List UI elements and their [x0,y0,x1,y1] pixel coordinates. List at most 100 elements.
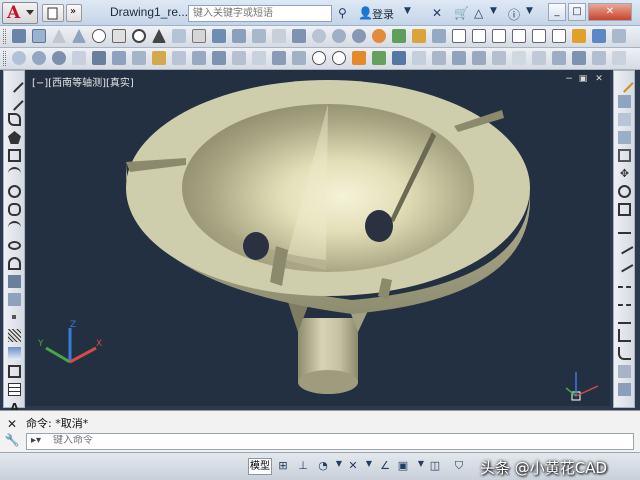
fillet-icon[interactable] [618,347,631,360]
polar-icon[interactable]: ◔ [316,459,330,473]
3d-align-icon[interactable] [432,29,446,43]
cart-icon[interactable]: 🛒 [454,6,469,20]
table-icon[interactable] [8,383,21,396]
view-right-icon[interactable] [512,29,526,43]
se-iso-icon[interactable] [592,29,606,43]
chevron-down-icon[interactable]: ▼ [404,6,411,16]
extrude-icon[interactable] [212,29,226,43]
application-menu-button[interactable]: A [2,2,38,24]
ucs-face-icon[interactable] [512,51,526,65]
model-space-button[interactable]: 模型 [248,458,272,475]
grid-icon[interactable]: ⊞ [276,459,290,473]
snap-icon[interactable]: ⊥ [296,459,310,473]
torus-icon[interactable] [132,29,146,43]
separate-icon[interactable] [352,51,366,65]
subtract-icon[interactable] [32,51,46,65]
help-icon[interactable]: ⓘ [508,6,520,23]
selection-cycling-icon[interactable]: ◫ [428,459,442,473]
pyramid-icon[interactable] [152,29,166,43]
arc-icon[interactable] [8,167,21,180]
drawing-viewport[interactable]: [−][西南等轴测][真实] − ▣ ✕ Z Y X [26,70,610,406]
sw-iso-icon[interactable] [572,29,586,43]
ucs-zaxis-icon[interactable] [592,51,606,65]
taper-faces-icon[interactable] [212,51,226,65]
region-icon[interactable] [8,365,21,378]
extend-icon[interactable] [615,254,634,273]
close-command-icon[interactable]: ✕ [4,417,20,433]
presspull-icon[interactable] [232,29,246,43]
clean-icon[interactable] [332,51,346,65]
view-bottom-icon[interactable] [472,29,486,43]
erase-icon[interactable] [615,74,634,93]
toolbar-grip[interactable] [3,51,6,66]
ellipse-arc-icon[interactable] [8,257,21,270]
lineweight-icon[interactable]: ∠ [378,459,392,473]
hatch-icon[interactable] [8,329,21,342]
binoculars-icon[interactable]: ⚲ [338,6,347,20]
chevron-down-icon[interactable]: ▼ [526,6,533,16]
new-file-button[interactable] [42,4,64,22]
offset-faces-icon[interactable] [152,51,166,65]
chamfer-icon[interactable] [618,329,631,342]
polyline-icon[interactable] [8,113,21,126]
line-icon[interactable] [5,74,24,93]
rotate-icon[interactable] [618,185,631,198]
union-icon[interactable] [312,29,326,43]
imprint-icon[interactable] [312,51,326,65]
union-icon[interactable] [12,51,26,65]
extrude-faces-icon[interactable] [112,51,126,65]
interfere-icon[interactable] [72,51,86,65]
move-faces-icon[interactable] [132,51,146,65]
chevron-down-icon[interactable]: ▼ [414,459,428,473]
color-faces-icon[interactable] [252,51,266,65]
planar-surface-icon[interactable] [192,29,206,43]
exchange-icon[interactable]: ✕ [432,6,442,20]
login-button[interactable]: 登录 [372,6,394,22]
ucs-icon[interactable] [452,51,466,65]
wedge-icon[interactable] [52,29,66,43]
polygon-icon[interactable] [8,131,21,144]
maximize-button[interactable]: □ [568,3,586,21]
section-plane-icon[interactable] [412,51,426,65]
view-front-icon[interactable] [532,29,546,43]
command-line[interactable]: ▸▾ [26,433,634,450]
ne-iso-icon[interactable] [612,29,626,43]
cylinder-icon[interactable] [112,29,126,43]
make-block-icon[interactable] [8,293,21,306]
trim-icon[interactable] [615,236,634,255]
break-icon[interactable] [618,293,631,306]
sweep-icon[interactable] [252,29,266,43]
view-left-icon[interactable] [492,29,506,43]
break-at-point-icon[interactable] [618,275,631,288]
user-icon[interactable]: 👤 [358,6,373,20]
command-input[interactable] [53,435,453,446]
slice-icon[interactable] [92,51,106,65]
copy-edges-icon[interactable] [272,51,286,65]
annotation-scale-icon[interactable]: ⛉ [452,459,466,473]
3d-rotate-icon[interactable] [412,29,426,43]
offset-icon[interactable] [618,131,631,144]
copy-icon[interactable] [618,95,631,108]
search-input[interactable] [188,5,332,22]
close-button[interactable]: ✕ [588,3,632,21]
chevron-down-icon[interactable]: ▼ [490,6,497,16]
point-icon[interactable] [12,315,16,319]
revision-cloud-icon[interactable] [8,203,21,216]
ucs-world-icon[interactable] [472,51,486,65]
ucs-object-icon[interactable] [532,51,546,65]
chevron-down-icon[interactable]: ▼ [332,459,346,473]
delete-faces-icon[interactable] [172,51,186,65]
transparency-icon[interactable]: ▣ [396,459,410,473]
gradient-icon[interactable] [8,347,21,360]
gizmo-icon[interactable] [372,29,386,43]
construction-line-icon[interactable] [5,92,24,111]
join-icon[interactable] [618,311,631,324]
ucs-view-icon[interactable] [552,51,566,65]
revolve-icon[interactable] [272,29,286,43]
box-icon[interactable] [32,29,46,43]
subtract-icon[interactable] [332,29,346,43]
array-icon[interactable] [618,149,631,162]
quick-access-more-button[interactable]: » [66,4,82,22]
insert-block-icon[interactable] [8,275,21,288]
rotate-faces-icon[interactable] [192,51,206,65]
